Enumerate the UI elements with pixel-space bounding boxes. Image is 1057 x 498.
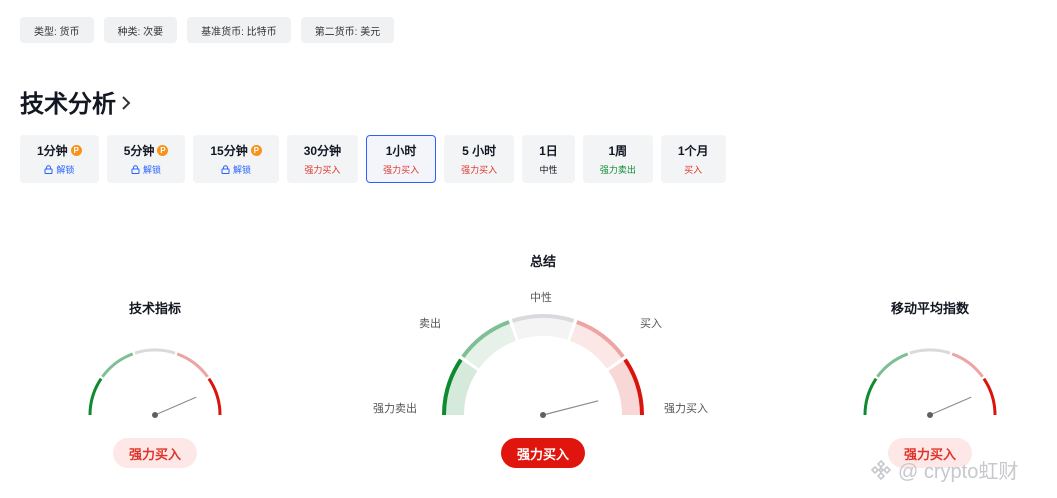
gauge-arc-strong_sell — [88, 377, 103, 416]
tab-5hour[interactable]: 5 小时 强力买入 — [444, 135, 515, 183]
tab-1day[interactable]: 1日 中性 — [522, 135, 575, 183]
gauge-arc-neutral — [134, 348, 176, 355]
tab-30min[interactable]: 30分钟 强力买入 — [286, 135, 359, 183]
lock-icon — [221, 165, 230, 174]
chip-base-currency: 基准货币: 比特币 — [187, 17, 291, 43]
gauge-arc-sell — [101, 352, 134, 378]
gauge-arc-strong_buy — [982, 377, 997, 416]
tab-status: 解锁 — [143, 165, 162, 175]
gauge-needle-hub — [540, 412, 546, 418]
gauge-label-sell: 卖出 — [419, 318, 441, 330]
lock-icon — [131, 165, 140, 174]
summary-result-badge: 强力买入 — [500, 438, 586, 468]
tab-status: 中性 — [539, 165, 558, 175]
tab-label: 1分钟 — [37, 144, 68, 158]
gauge-arc-sell — [876, 352, 909, 378]
tab-status: 强力卖出 — [599, 165, 636, 175]
tab-1hour[interactable]: 1小时 强力买入 — [366, 135, 437, 183]
section-title: 技术分析 — [20, 91, 116, 118]
summary-gauge-title: 总结 — [529, 254, 557, 269]
chip-category: 种类: 次要 — [103, 17, 178, 43]
gauge-label-strong-sell: 强力卖出 — [373, 403, 417, 415]
tab-label: 30分钟 — [303, 144, 342, 158]
watermark: @ crypto虹财 — [870, 455, 1018, 484]
gauge-arc-buy — [176, 352, 209, 378]
chip-second-currency: 第二货币: 美元 — [300, 17, 395, 43]
pro-icon: P — [70, 145, 82, 156]
tab-1min[interactable]: 1分钟 P 解锁 — [20, 135, 99, 183]
gauge-needle-hub — [152, 412, 158, 418]
gauge-needle-hub — [927, 412, 933, 418]
tab-1month[interactable]: 1个月 买入 — [660, 135, 726, 183]
gauge-arc-neutral — [909, 348, 951, 355]
tab-label: 1小时 — [385, 144, 417, 158]
timeframe-tabs: 1分钟 P 解锁 5分钟 P 解锁 15分钟 P 解锁 30分钟 强力买入 1小时 强… — [20, 135, 726, 183]
tab-status: 强力买入 — [304, 165, 341, 175]
gauge-arc-strong_buy — [207, 377, 222, 416]
tab-status: 强力买入 — [461, 165, 498, 175]
watermark-text: @ crypto虹财 — [898, 461, 1019, 483]
tab-label: 5 小时 — [462, 144, 497, 158]
meta-chips: 类型: 货币 种类: 次要 基准货币: 比特币 第二货币: 美元 — [20, 17, 395, 43]
tab-label: 15分钟 — [210, 144, 248, 158]
tab-15min[interactable]: 15分钟 P 解锁 — [193, 135, 279, 183]
tab-1week[interactable]: 1周 强力卖出 — [582, 135, 653, 183]
indicators-result-badge: 强力买入 — [112, 438, 198, 468]
tab-label: 1周 — [608, 144, 628, 158]
gauge-label-buy: 买入 — [640, 318, 662, 330]
gauge-needle — [929, 396, 972, 416]
pro-icon: P — [250, 145, 262, 156]
moving-averages-gauge-title: 移动平均指数 — [890, 301, 970, 316]
indicators-gauge-title: 技术指标 — [128, 301, 182, 316]
tab-status: 解锁 — [233, 165, 252, 175]
chip-type: 类型: 货币 — [20, 17, 94, 43]
pro-icon: P — [157, 145, 169, 156]
tab-label: 1日 — [539, 144, 558, 158]
gauge-arc-buy — [951, 352, 984, 378]
tab-status: 买入 — [684, 165, 703, 175]
gauge-needle — [154, 396, 197, 416]
tab-5min[interactable]: 5分钟 P 解锁 — [106, 135, 186, 183]
binance-logo-icon — [870, 459, 892, 480]
moving-averages-gauge — [863, 348, 997, 418]
gauge-label-neutral: 中性 — [530, 292, 552, 304]
tab-label: 1个月 — [677, 144, 709, 158]
lock-icon — [44, 165, 53, 174]
technical-analysis-heading[interactable]: 技术分析 — [20, 84, 132, 119]
chevron-right-icon — [122, 96, 131, 110]
tab-status: 解锁 — [56, 165, 75, 175]
gauge-arc-strong_sell — [863, 377, 878, 416]
gauge-needle — [542, 400, 599, 416]
tab-label: 5分钟 — [123, 144, 155, 158]
gauge-label-strong-buy: 强力买入 — [664, 403, 708, 415]
tab-status: 强力买入 — [383, 165, 420, 175]
